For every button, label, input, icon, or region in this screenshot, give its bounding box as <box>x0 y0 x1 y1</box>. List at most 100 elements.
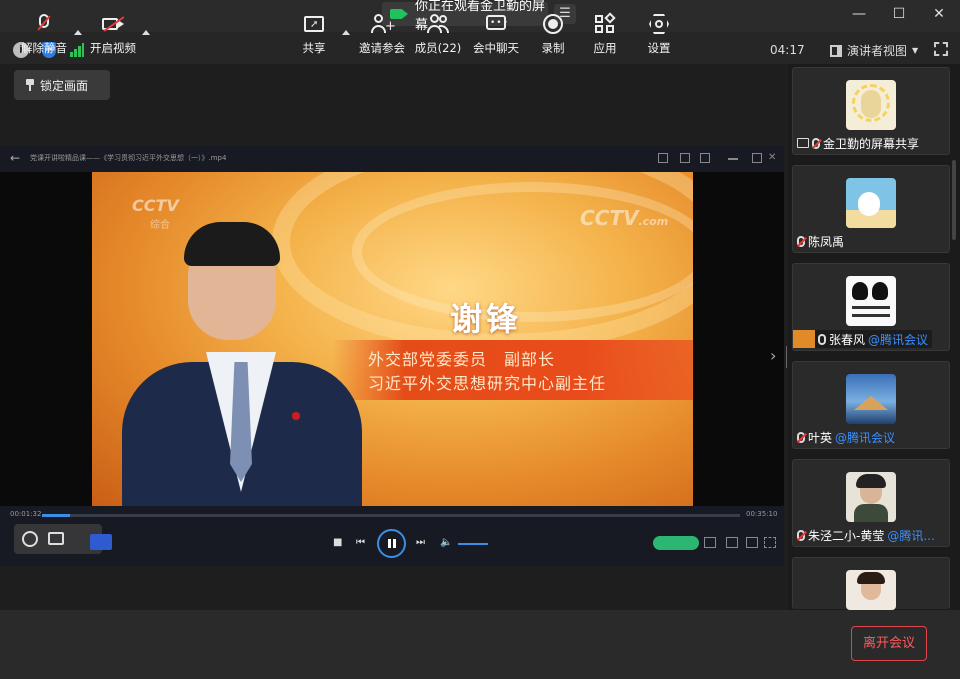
comment-icon[interactable] <box>48 532 64 545</box>
player-close-icon[interactable]: ✕ <box>768 153 778 163</box>
chat-icon: ••• <box>485 14 508 34</box>
player-maximize-icon[interactable] <box>752 153 762 163</box>
minimize-icon[interactable]: — <box>851 6 867 22</box>
volume-icon[interactable]: 🔈 <box>440 537 452 548</box>
participant-name: 朱泾二小-黄莹 <box>808 528 885 543</box>
unmute-button[interactable]: 解除静音 <box>20 14 68 56</box>
elapsed-time: 00:01:32 <box>10 510 42 518</box>
participant-tile[interactable] <box>792 557 950 610</box>
apps-button[interactable]: 应用 <box>588 12 622 56</box>
background-swirl <box>352 182 693 322</box>
settings-label: 设置 <box>647 41 671 55</box>
meeting-timer: 04:17 <box>770 43 805 57</box>
gear-icon <box>648 14 670 34</box>
members-button[interactable]: 成员(22) <box>413 14 463 56</box>
chat-label: 会中聊天 <box>473 41 519 55</box>
player-file-title: 党课开讲啦精品课——《学习贯彻习近平外交思想（一）》.mp4 <box>30 154 227 162</box>
player-lock-icon[interactable] <box>700 153 710 163</box>
share-button[interactable]: ➚ 共享 <box>296 14 332 56</box>
next-icon[interactable]: ⏭ <box>416 537 425 548</box>
pause-icon[interactable] <box>377 529 406 558</box>
participant-name: 张春风 <box>829 332 866 347</box>
speaker-name: 谢锋 <box>450 300 523 338</box>
mic-icon <box>818 333 826 345</box>
mic-muted-icon <box>33 14 55 34</box>
participant-name: 陈凤禹 <box>808 234 845 249</box>
avatar <box>846 276 896 326</box>
player-screenshot-icon[interactable] <box>680 153 690 163</box>
participant-tile[interactable]: 陈凤禹 <box>792 165 950 253</box>
meeting-toolbar <box>0 610 960 679</box>
player-fullscreen-icon[interactable] <box>764 537 776 548</box>
chat-button[interactable]: ••• 会中聊天 <box>471 14 521 56</box>
apps-label: 应用 <box>593 41 617 55</box>
player-pip-icon[interactable] <box>658 153 668 163</box>
audio-options-caret-icon[interactable] <box>74 30 82 35</box>
participant-suffix: @腾讯会议 <box>868 332 929 347</box>
start-video-button[interactable]: 开启视频 <box>89 14 137 56</box>
view-mode-dropdown[interactable]: 演讲者视图 ▼ <box>830 42 918 59</box>
speaker-title-line1: 外交部党委委员 副部长 <box>368 350 556 369</box>
avatar <box>846 80 896 130</box>
settings-button[interactable]: 设置 <box>642 14 676 56</box>
share-screen-icon: ➚ <box>303 14 325 34</box>
invite-label: 邀请参会 <box>359 41 405 55</box>
add-user-icon: + <box>371 14 396 34</box>
participant-name: 叶英 <box>808 430 833 445</box>
video-options-caret-icon[interactable] <box>142 30 150 35</box>
panel-scrollbar[interactable] <box>952 160 956 240</box>
back-arrow-icon[interactable]: ← <box>10 151 20 165</box>
share-options-caret-icon[interactable] <box>342 30 350 35</box>
close-icon[interactable]: ✕ <box>931 6 947 22</box>
mic-muted-icon <box>797 235 805 247</box>
fullscreen-icon[interactable] <box>934 42 948 56</box>
stop-icon[interactable]: ■ <box>333 537 342 548</box>
playback-progress-bar[interactable] <box>42 514 740 517</box>
apps-icon <box>594 12 616 34</box>
members-icon <box>427 14 449 34</box>
record-label: 录制 <box>541 41 565 55</box>
speed-icon[interactable] <box>704 537 716 548</box>
quality-toggle[interactable] <box>653 536 699 550</box>
layout-icon <box>830 44 842 57</box>
pin-icon <box>26 79 34 91</box>
members-label: 成员(22) <box>414 41 462 55</box>
record-button[interactable]: 录制 <box>536 14 570 56</box>
previous-icon[interactable]: ⏮ <box>356 537 365 548</box>
speaker-figure <box>122 212 362 506</box>
lock-view-label: 锁定画面 <box>40 78 89 93</box>
settings-small-icon[interactable] <box>746 537 758 548</box>
video-off-icon <box>102 14 125 34</box>
maximize-icon[interactable]: ☐ <box>891 6 907 22</box>
record-icon <box>542 14 564 34</box>
avatar <box>846 374 896 424</box>
unmute-label: 解除静音 <box>21 41 67 55</box>
participant-tile[interactable]: 朱泾二小-黄莹 @腾讯... <box>792 459 950 547</box>
participant-label: 金卫勤的屏幕共享 <box>797 134 919 152</box>
participant-tile[interactable]: 张春风 @腾讯会议 <box>792 263 950 351</box>
player-minimize-icon[interactable] <box>728 158 738 160</box>
player-controls: 00:01:32 00:35:10 ■ ⏮ ⏭ 🔈 <box>0 506 784 566</box>
participant-tile[interactable]: 叶英 @腾讯会议 <box>792 361 950 449</box>
participant-label: 陈凤禹 <box>797 232 844 250</box>
volume-slider[interactable] <box>458 543 488 545</box>
subtitle-chip[interactable] <box>90 534 112 550</box>
share-label: 共享 <box>302 41 326 55</box>
participant-suffix: @腾讯... <box>887 528 935 543</box>
screen-share-icon <box>797 138 809 148</box>
player-title-bar: ← 党课开讲啦精品课——《学习贯彻习近平外交思想（一）》.mp4 ✕ <box>0 146 784 172</box>
lock-view-button[interactable]: 锁定画面 <box>14 70 110 100</box>
mic-muted-icon <box>812 137 820 149</box>
chevron-right-icon[interactable]: › <box>770 346 776 365</box>
participant-name: 金卫勤的屏幕共享 <box>823 136 920 151</box>
video-player-window: ← 党课开讲啦精品课——《学习贯彻习近平外交思想（一）》.mp4 ✕ CCTV … <box>0 146 784 566</box>
signal-icon[interactable] <box>70 43 84 57</box>
leave-meeting-button[interactable]: 离开会议 <box>851 626 927 661</box>
participant-tile[interactable]: 金卫勤的屏幕共享 <box>792 67 950 155</box>
invite-button[interactable]: + 邀请参会 <box>357 14 407 56</box>
total-time: 00:35:10 <box>746 510 778 518</box>
chevron-down-icon: ▼ <box>912 46 919 55</box>
playlist-icon[interactable] <box>726 537 738 548</box>
video-frame: CCTV 综合 CCTV.com 谢锋 外交部党委委员 副部长 习近平外交思想研… <box>92 172 693 506</box>
emoji-icon[interactable] <box>22 531 38 547</box>
